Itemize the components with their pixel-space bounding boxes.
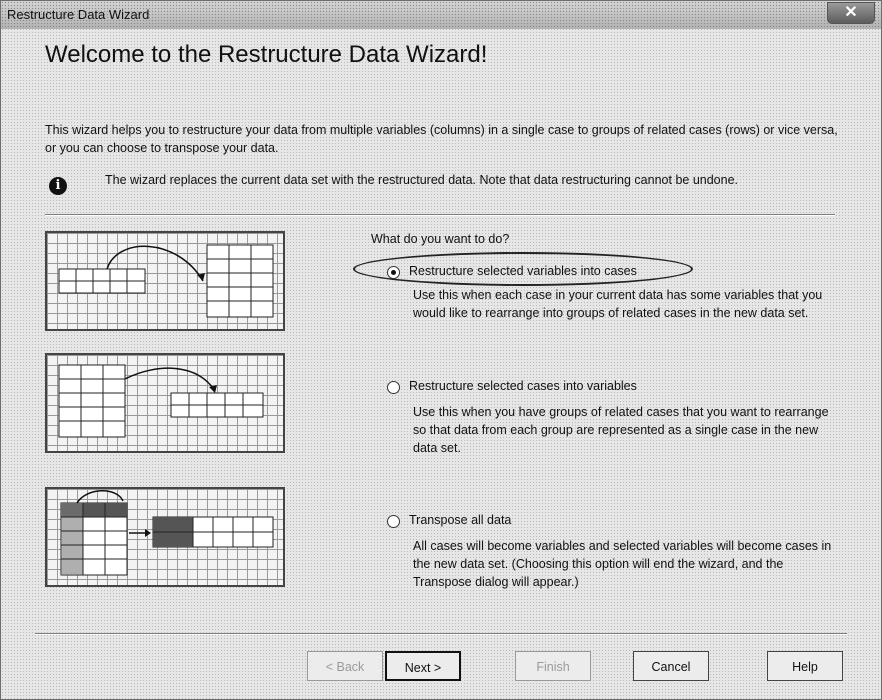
option-description: All cases will become variables and sele… [413, 539, 832, 589]
question-label: What do you want to do? [371, 232, 510, 246]
cancel-button[interactable]: Cancel [633, 651, 709, 681]
option-description: Use this when each case in your current … [413, 288, 823, 320]
help-button[interactable]: Help [767, 651, 843, 681]
close-button[interactable]: ✕ [827, 2, 875, 24]
radio-cases-to-variables[interactable] [387, 381, 400, 394]
radio-variables-to-cases[interactable] [387, 266, 400, 279]
illustration-variables-to-cases [45, 231, 285, 331]
footer-divider [35, 633, 847, 635]
option-label[interactable]: Restructure selected cases into variable… [409, 379, 637, 393]
info-icon: i [49, 177, 67, 195]
title-bar[interactable]: Restructure Data Wizard ✕ [1, 1, 881, 29]
option-description: Use this when you have groups of related… [413, 405, 829, 455]
wizard-window: Restructure Data Wizard ✕ Welcome to the… [0, 0, 882, 700]
next-button[interactable]: Next > [385, 651, 461, 681]
illustration-transpose [45, 487, 285, 587]
intro-text: This wizard helps you to restructure you… [45, 123, 838, 155]
finish-button[interactable]: Finish [515, 651, 591, 681]
illustration-cases-to-variables [45, 353, 285, 453]
option-label[interactable]: Restructure selected variables into case… [409, 264, 637, 278]
page-title: Welcome to the Restructure Data Wizard! [45, 41, 488, 68]
close-icon: ✕ [844, 4, 858, 21]
divider [45, 214, 835, 216]
back-button[interactable]: < Back [307, 651, 383, 681]
window-title: Restructure Data Wizard [7, 7, 150, 22]
warning-note: The wizard replaces the current data set… [105, 173, 739, 187]
option-label[interactable]: Transpose all data [409, 513, 511, 527]
radio-transpose[interactable] [387, 515, 400, 528]
